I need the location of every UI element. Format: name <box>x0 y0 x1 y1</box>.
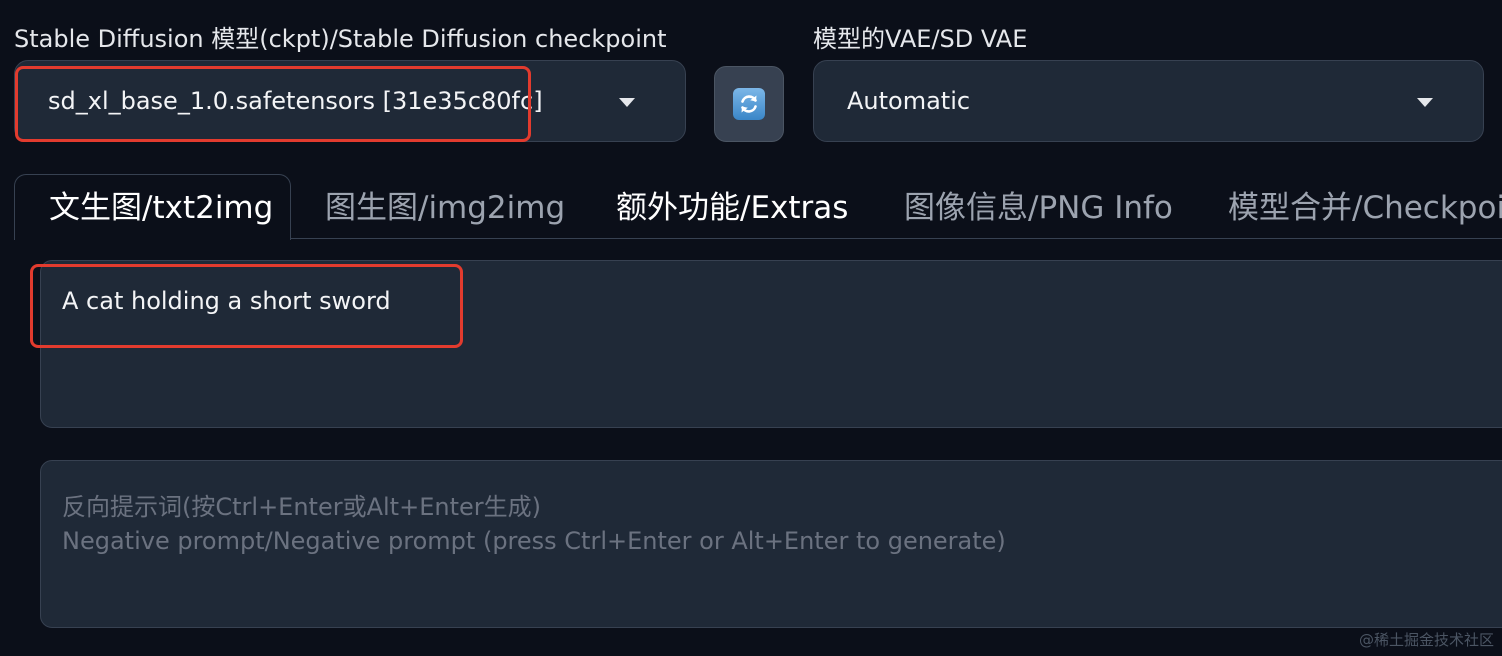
refresh-checkpoints-button[interactable] <box>714 66 784 142</box>
checkpoint-highlight-box <box>15 66 531 142</box>
negative-prompt-placeholder-en: Negative prompt/Negative prompt (press C… <box>62 527 1006 555</box>
chevron-down-icon <box>1417 98 1433 107</box>
tab-png-info[interactable]: 图像信息/PNG Info <box>904 190 1173 226</box>
chevron-down-icon <box>619 98 635 107</box>
tab-img2img[interactable]: 图生图/img2img <box>325 190 565 226</box>
tab-txt2img[interactable]: 文生图/txt2img <box>14 174 291 240</box>
checkpoint-label: Stable Diffusion 模型(ckpt)/Stable Diffusi… <box>14 25 667 53</box>
vae-value: Automatic <box>847 87 971 115</box>
negative-prompt-placeholder-cn: 反向提示词(按Ctrl+Enter或Alt+Enter生成) <box>62 493 541 521</box>
tab-extras[interactable]: 额外功能/Extras <box>616 190 848 226</box>
refresh-icon <box>733 88 765 120</box>
vae-dropdown[interactable]: Automatic <box>813 60 1484 142</box>
tab-checkpoint-merger[interactable]: 模型合并/Checkpoint <box>1228 190 1502 226</box>
watermark: @稀土掘金技术社区 <box>1358 631 1494 649</box>
prompt-highlight-box <box>30 264 463 348</box>
vae-label: 模型的VAE/SD VAE <box>813 25 1028 53</box>
tab-bar-divider <box>290 238 1502 239</box>
sd-webui-page: Stable Diffusion 模型(ckpt)/Stable Diffusi… <box>0 0 1502 656</box>
